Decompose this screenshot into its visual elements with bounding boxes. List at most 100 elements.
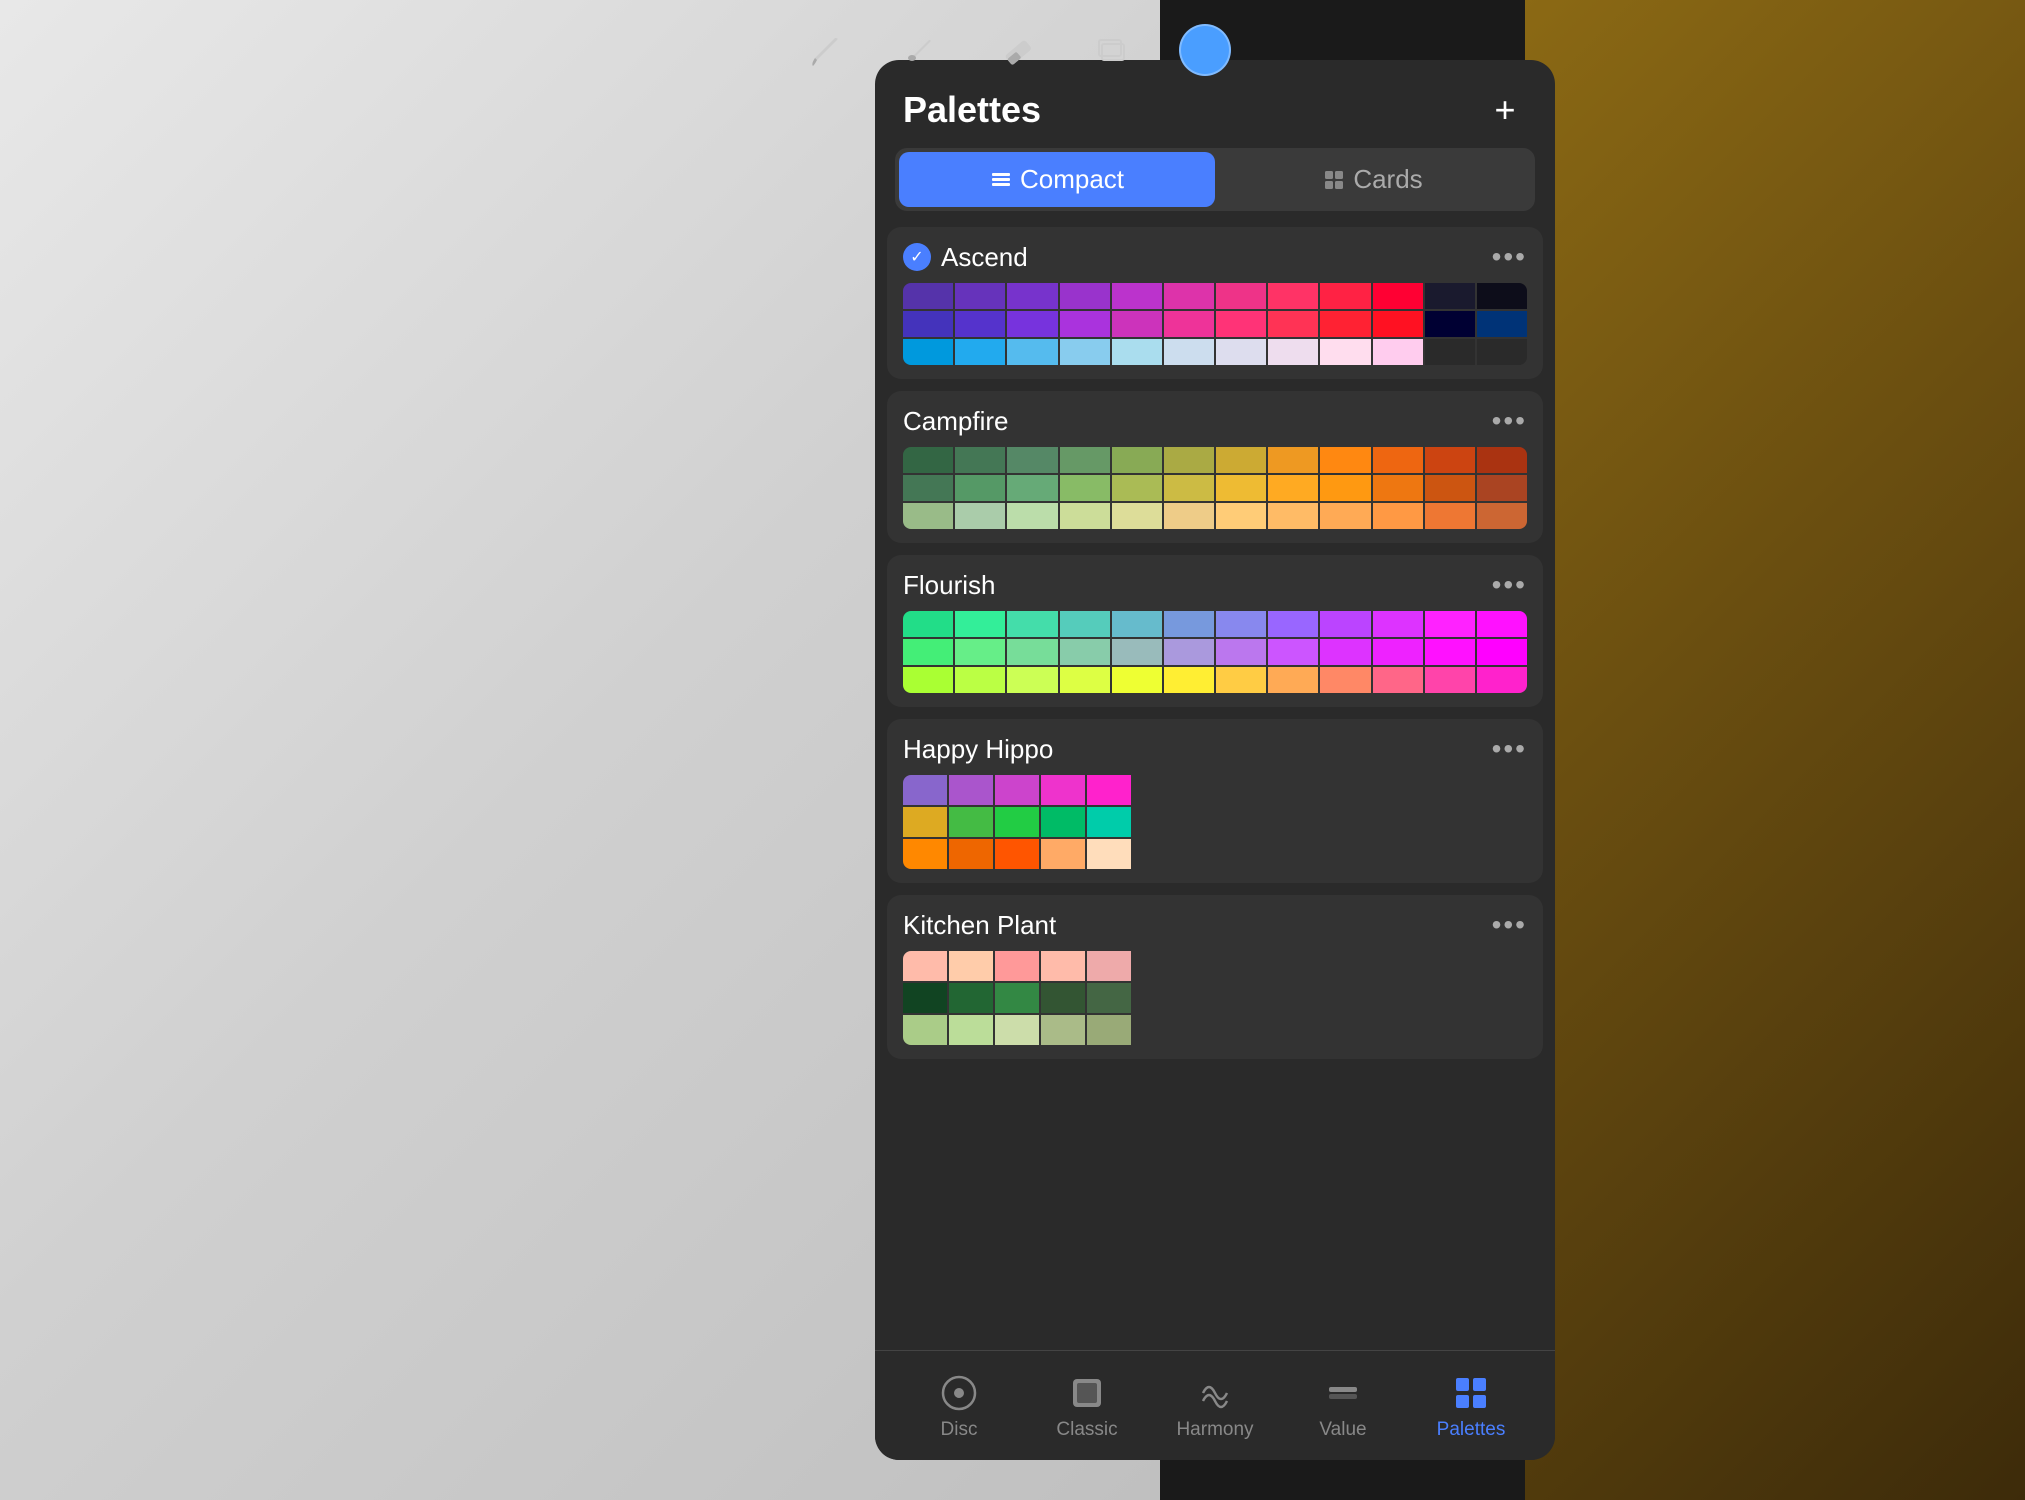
swatch[interactable]	[1425, 311, 1475, 337]
swatch[interactable]	[1007, 447, 1057, 473]
swatch[interactable]	[955, 447, 1005, 473]
swatch[interactable]	[1112, 283, 1162, 309]
swatch[interactable]	[1268, 283, 1318, 309]
swatch[interactable]	[949, 1015, 993, 1045]
swatch[interactable]	[995, 807, 1039, 837]
swatch[interactable]	[903, 667, 953, 693]
swatch[interactable]	[995, 951, 1039, 981]
brush-icon[interactable]	[795, 22, 851, 78]
swatch[interactable]	[995, 775, 1039, 805]
swatch[interactable]	[1007, 667, 1057, 693]
swatch[interactable]	[1041, 839, 1085, 869]
swatch[interactable]	[1216, 503, 1266, 529]
palette-more-flourish[interactable]: •••	[1492, 569, 1527, 601]
color-picker[interactable]	[1179, 24, 1231, 76]
swatch[interactable]	[1425, 475, 1475, 501]
swatch[interactable]	[1425, 283, 1475, 309]
swatch[interactable]	[1060, 475, 1110, 501]
swatch[interactable]	[1477, 311, 1527, 337]
eraser-icon[interactable]	[987, 22, 1043, 78]
swatch[interactable]	[1425, 339, 1475, 365]
swatch[interactable]	[1060, 283, 1110, 309]
swatch[interactable]	[955, 283, 1005, 309]
swatch[interactable]	[949, 839, 993, 869]
swatch[interactable]	[1373, 447, 1423, 473]
swatch[interactable]	[1164, 503, 1214, 529]
swatch[interactable]	[1164, 283, 1214, 309]
swatch[interactable]	[955, 503, 1005, 529]
palette-more-kitchen-plant[interactable]: •••	[1492, 909, 1527, 941]
swatch[interactable]	[1041, 775, 1085, 805]
swatch[interactable]	[1216, 311, 1266, 337]
swatch[interactable]	[1425, 639, 1475, 665]
swatch[interactable]	[903, 447, 953, 473]
swatch[interactable]	[1112, 667, 1162, 693]
swatch[interactable]	[1041, 807, 1085, 837]
swatch[interactable]	[1216, 283, 1266, 309]
swatch[interactable]	[903, 339, 953, 365]
swatch[interactable]	[995, 839, 1039, 869]
swatch[interactable]	[949, 775, 993, 805]
swatch[interactable]	[1373, 503, 1423, 529]
swatch[interactable]	[1268, 311, 1318, 337]
swatch[interactable]	[1320, 639, 1370, 665]
swatch[interactable]	[1041, 951, 1085, 981]
swatch[interactable]	[1216, 339, 1266, 365]
swatch[interactable]	[1477, 611, 1527, 637]
swatch[interactable]	[903, 775, 947, 805]
layers-icon[interactable]	[1083, 22, 1139, 78]
swatch[interactable]	[955, 611, 1005, 637]
palette-item-ascend[interactable]: ✓ Ascend •••	[887, 227, 1543, 379]
swatch[interactable]	[1007, 283, 1057, 309]
swatch[interactable]	[1087, 775, 1131, 805]
nav-item-classic[interactable]: Classic	[1023, 1371, 1151, 1441]
swatch[interactable]	[1060, 447, 1110, 473]
swatch[interactable]	[1164, 639, 1214, 665]
swatch[interactable]	[1320, 667, 1370, 693]
swatch[interactable]	[955, 475, 1005, 501]
swatch[interactable]	[1112, 503, 1162, 529]
smudge-icon[interactable]	[891, 22, 947, 78]
swatch[interactable]	[1112, 639, 1162, 665]
swatch[interactable]	[903, 503, 953, 529]
swatch[interactable]	[1425, 611, 1475, 637]
swatch[interactable]	[1320, 611, 1370, 637]
swatch[interactable]	[1268, 475, 1318, 501]
swatch[interactable]	[1087, 807, 1131, 837]
swatch[interactable]	[903, 475, 953, 501]
swatch[interactable]	[1164, 475, 1214, 501]
swatch[interactable]	[903, 807, 947, 837]
swatch[interactable]	[1216, 447, 1266, 473]
swatch[interactable]	[903, 639, 953, 665]
swatch[interactable]	[1164, 311, 1214, 337]
swatch[interactable]	[1425, 503, 1475, 529]
swatch[interactable]	[955, 639, 1005, 665]
swatch[interactable]	[1216, 639, 1266, 665]
swatch[interactable]	[1164, 667, 1214, 693]
swatch[interactable]	[949, 983, 993, 1013]
swatch[interactable]	[1007, 639, 1057, 665]
swatch[interactable]	[1373, 339, 1423, 365]
swatch[interactable]	[1373, 475, 1423, 501]
swatch[interactable]	[955, 667, 1005, 693]
swatch[interactable]	[1477, 283, 1527, 309]
swatch[interactable]	[1320, 283, 1370, 309]
swatch[interactable]	[955, 339, 1005, 365]
swatch[interactable]	[1007, 611, 1057, 637]
swatch[interactable]	[903, 283, 953, 309]
swatch[interactable]	[1477, 475, 1527, 501]
swatch[interactable]	[1320, 339, 1370, 365]
swatch[interactable]	[1268, 339, 1318, 365]
swatch[interactable]	[1041, 1015, 1085, 1045]
tab-cards[interactable]: Cards	[1215, 152, 1531, 207]
swatch[interactable]	[1060, 503, 1110, 529]
nav-item-palettes[interactable]: Palettes	[1407, 1371, 1535, 1441]
swatch[interactable]	[903, 311, 953, 337]
swatch[interactable]	[1477, 339, 1527, 365]
swatch[interactable]	[1060, 339, 1110, 365]
swatch[interactable]	[1477, 667, 1527, 693]
swatch[interactable]	[1164, 611, 1214, 637]
swatch[interactable]	[1268, 503, 1318, 529]
swatch[interactable]	[1007, 339, 1057, 365]
swatch[interactable]	[1320, 311, 1370, 337]
